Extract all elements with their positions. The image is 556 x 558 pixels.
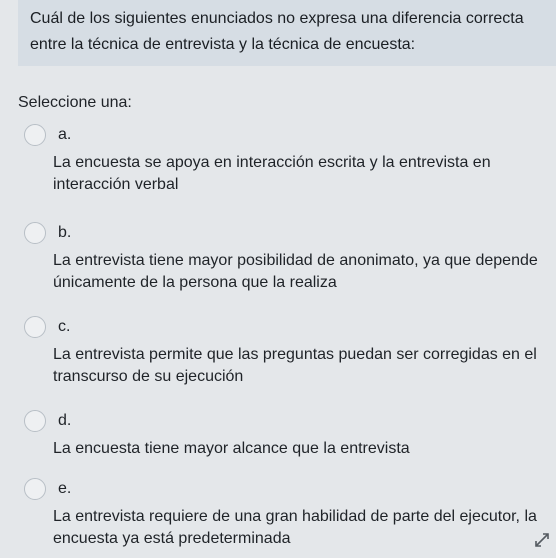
- radio-button-b[interactable]: [24, 222, 46, 244]
- option-letter-e: e.: [58, 480, 72, 497]
- option-text-d: La encuesta tiene mayor alcance que la e…: [53, 440, 410, 457]
- option-text-a: La encuesta se apoya en interacción escr…: [53, 154, 491, 193]
- option-letter-a: a.: [58, 126, 72, 143]
- radio-button-c[interactable]: [24, 316, 46, 338]
- quiz-page: Cuál de los siguientes enunciados no exp…: [0, 0, 556, 558]
- select-prompt: Seleccione una:: [18, 94, 132, 111]
- question-box: Cuál de los siguientes enunciados no exp…: [18, 0, 556, 66]
- radio-button-d[interactable]: [24, 410, 46, 432]
- option-text-e: La entrevista requiere de una gran habil…: [53, 508, 537, 547]
- radio-button-e[interactable]: [24, 478, 46, 500]
- radio-button-a[interactable]: [24, 124, 46, 146]
- option-text-c: La entrevista permite que las preguntas …: [53, 346, 537, 385]
- resize-handle-icon[interactable]: [534, 532, 550, 548]
- option-letter-b: b.: [58, 224, 72, 241]
- option-letter-d: d.: [58, 412, 72, 429]
- question-text: Cuál de los siguientes enunciados no exp…: [30, 10, 524, 53]
- option-letter-c: c.: [58, 318, 71, 335]
- option-text-b: La entrevista tiene mayor posibilidad de…: [53, 252, 538, 291]
